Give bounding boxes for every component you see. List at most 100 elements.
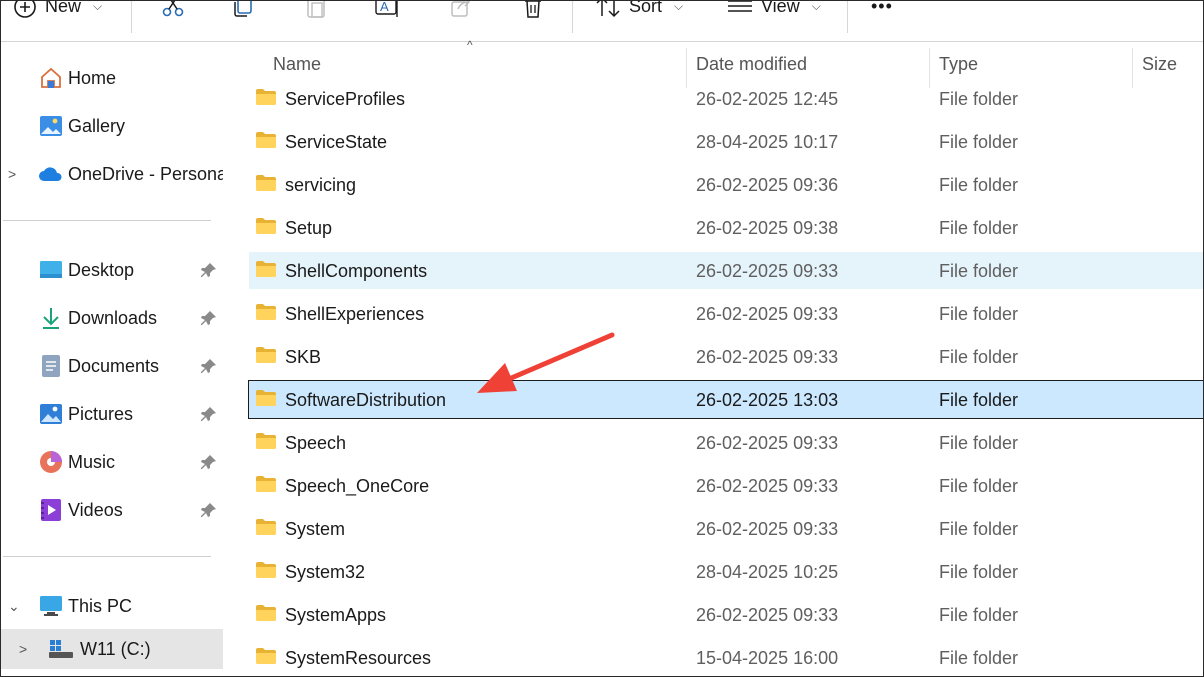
- pin-icon[interactable]: [200, 357, 218, 375]
- sidebar-item-this-pc[interactable]: ⌄ This PC: [1, 586, 223, 626]
- pin-icon[interactable]: [200, 501, 218, 519]
- rename-icon: A: [375, 1, 398, 17]
- chevron-right-icon[interactable]: >: [8, 166, 16, 182]
- view-list-icon: [728, 1, 752, 12]
- pin-icon[interactable]: [200, 453, 218, 471]
- table-row[interactable]: ShellExperiences 26-02-2025 09:33 File fol…: [249, 295, 1203, 332]
- sidebar-item-label: Pictures: [68, 403, 134, 424]
- pin-icon[interactable]: [200, 309, 218, 327]
- table-row[interactable]: servicing 26-02-2025 09:36 File folder: [249, 166, 1203, 203]
- table-row[interactable]: Speech 26-02-2025 09:33 File folder: [249, 424, 1203, 461]
- file-type: File folder: [939, 261, 1019, 281]
- folder-icon: [256, 519, 276, 535]
- folder-icon: [256, 347, 276, 363]
- table-row[interactable]: Speech_OneCore 26-02-2025 09:33 File folde…: [249, 467, 1203, 504]
- folder-icon: [256, 562, 276, 578]
- sidebar-item-gallery[interactable]: Gallery: [1, 106, 223, 146]
- folder-icon: [256, 218, 276, 234]
- sidebar-item-onedrive[interactable]: > OneDrive - Persona: [1, 154, 227, 194]
- share-button[interactable]: [449, 1, 473, 25]
- sidebar-item-label: Downloads: [68, 307, 158, 328]
- file-list: ^ Name Date modified Type Size ServicePr…: [223, 38, 1203, 676]
- column-header-date[interactable]: Date modified: [696, 54, 807, 75]
- command-bar: New ⌵ A Sort ⌵ View ⌵ •••: [1, 1, 1203, 42]
- copy-button[interactable]: [231, 1, 255, 25]
- file-type: File folder: [939, 175, 1019, 195]
- file-name: SKB: [285, 347, 322, 367]
- music-icon: [38, 449, 64, 475]
- file-type: File folder: [939, 218, 1019, 238]
- toolbar-divider: [847, 1, 848, 33]
- sort-button-label: Sort: [629, 0, 663, 16]
- table-row[interactable]: SystemApps 26-02-2025 09:33 File folder: [249, 596, 1203, 633]
- file-date-modified: 26-02-2025 09:33: [696, 519, 839, 539]
- folder-icon: [256, 89, 276, 105]
- column-header-type[interactable]: Type: [939, 54, 978, 75]
- table-row[interactable]: Setup 26-02-2025 09:38 File folder: [249, 209, 1203, 246]
- file-name: Speech: [285, 433, 347, 453]
- sidebar-item-desktop[interactable]: Desktop: [1, 250, 223, 290]
- file-type: File folder: [939, 433, 1019, 453]
- table-row[interactable]: SystemResources 15-04-2025 16:00 File fold…: [249, 639, 1203, 676]
- pin-icon[interactable]: [200, 405, 218, 423]
- column-header-name[interactable]: Name: [273, 54, 321, 75]
- table-row[interactable]: ServiceProfiles 26-02-2025 12:45 File fold…: [249, 80, 1203, 117]
- videos-icon: [38, 497, 64, 523]
- sidebar-item-documents[interactable]: Documents: [1, 346, 223, 386]
- column-header-size[interactable]: Size: [1142, 54, 1177, 75]
- chevron-down-icon: ⌵: [674, 0, 684, 13]
- table-row[interactable]: System 26-02-2025 09:33 File folder: [249, 510, 1203, 547]
- trash-icon: [525, 1, 541, 18]
- pin-icon[interactable]: [200, 261, 218, 279]
- file-name: ShellExperiences: [285, 304, 425, 324]
- file-date-modified: 28-04-2025 10:17: [696, 132, 839, 152]
- file-name: Setup: [285, 218, 333, 238]
- toolbar-divider: [131, 1, 132, 33]
- file-name: servicing: [285, 175, 357, 195]
- sort-button[interactable]: Sort ⌵: [595, 1, 683, 25]
- sidebar-item-downloads[interactable]: Downloads: [1, 298, 223, 338]
- table-row[interactable]: ShellComponents 26-02-2025 09:33 File fold…: [249, 252, 1203, 289]
- file-date-modified: 26-02-2025 09:33: [696, 605, 839, 625]
- file-type: File folder: [939, 304, 1019, 324]
- file-name: Speech_OneCore: [285, 476, 430, 496]
- file-date-modified: 26-02-2025 09:38: [696, 218, 839, 238]
- file-date-modified: 26-02-2025 13:03: [696, 390, 839, 410]
- sidebar-item-music[interactable]: Music: [1, 442, 223, 482]
- file-type: File folder: [939, 562, 1019, 582]
- new-button[interactable]: New ⌵: [13, 1, 102, 25]
- table-row[interactable]: System32 28-04-2025 10:25 File folder: [249, 553, 1203, 590]
- sidebar-item-home[interactable]: Home: [1, 58, 223, 98]
- cut-button[interactable]: [161, 1, 185, 25]
- chevron-down-icon: ⌵: [811, 0, 821, 13]
- folder-icon: [256, 132, 276, 148]
- file-name: System32: [285, 562, 366, 582]
- sidebar-item-drive-c[interactable]: > W11 (C:): [1, 629, 223, 669]
- folder-icon: [256, 261, 276, 277]
- table-row[interactable]: SoftwareDistribution 26-02-2025 13:03 File…: [248, 380, 1203, 419]
- sidebar-item-pictures[interactable]: Pictures: [1, 394, 223, 434]
- sidebar-item-label: Gallery: [68, 115, 126, 136]
- table-row[interactable]: SKB 26-02-2025 09:33 File folder: [249, 338, 1203, 375]
- table-row[interactable]: ServiceState 28-04-2025 10:17 File folder: [249, 123, 1203, 160]
- more-options-button[interactable]: •••: [871, 1, 893, 25]
- paste-button[interactable]: [304, 1, 328, 25]
- folder-icon: [256, 390, 276, 406]
- file-name: ShellComponents: [285, 261, 428, 281]
- sidebar-item-label: Videos: [68, 499, 123, 520]
- chevron-down-icon[interactable]: ⌄: [8, 598, 20, 615]
- delete-button[interactable]: [521, 1, 545, 25]
- sidebar-item-videos[interactable]: Videos: [1, 490, 223, 530]
- more-options-icon: •••: [871, 0, 893, 16]
- chevron-right-icon[interactable]: >: [19, 641, 27, 657]
- file-name: SystemApps: [285, 605, 387, 625]
- view-button[interactable]: View ⌵: [727, 1, 821, 25]
- rename-button[interactable]: A: [375, 1, 401, 25]
- file-explorer-window: New ⌵ A Sort ⌵ View ⌵ ••• Home Gallery >…: [0, 0, 1204, 677]
- file-type: File folder: [939, 390, 1019, 410]
- copy-icon: [234, 1, 252, 17]
- pictures-icon: [38, 401, 64, 427]
- sidebar-divider: [3, 556, 211, 557]
- folder-icon: [256, 476, 276, 492]
- sort-ascending-icon: ^: [467, 38, 473, 52]
